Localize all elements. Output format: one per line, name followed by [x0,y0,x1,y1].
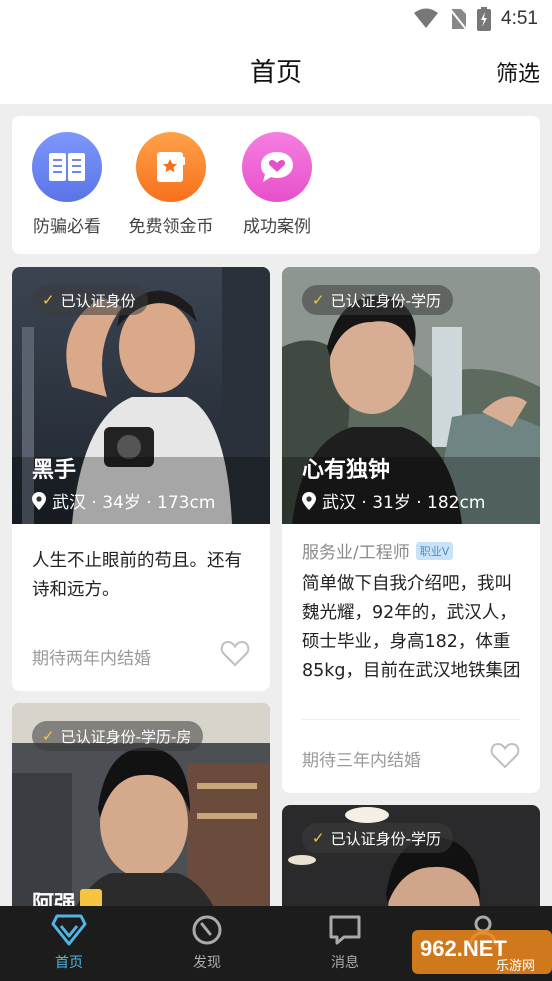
quick-link-label: 防骗必看 [33,217,101,237]
coin-book-icon [136,132,206,202]
diamond-icon [51,914,87,946]
no-sim-icon [449,8,467,30]
profile-photo [282,805,540,913]
watermark-brand: 962.NET [420,936,507,961]
app-header: 首页 筛选 [0,38,552,104]
book-icon [32,132,102,202]
quick-link-label: 成功案例 [243,217,311,237]
profile-occupation: 服务业/工程师 职业V [302,538,454,563]
profile-name: 心有独钟 [302,458,391,483]
profile-card[interactable]: ✓ 已认证身份-学历-房 阿强 [12,703,270,913]
quick-links-card: 防骗必看 免费领金币 成功案例 [12,116,540,254]
watermark: 962.NET 乐游网 [412,926,552,978]
profile-bio: 简单做下自我介绍吧，我叫魏光耀，92年的，武汉人，硕士毕业，身高182，体重85… [302,574,521,681]
watermark-sub: 乐游网 [496,959,535,974]
page-title: 首页 [249,58,302,88]
occupation-verified-badge: 职业V [415,541,454,560]
tab-home[interactable]: 首页 [19,914,119,972]
quick-link-anti-fraud[interactable]: 防骗必看 [12,132,122,237]
wifi-icon [414,8,439,28]
tab-discover[interactable]: 发现 [157,914,257,972]
like-heart-icon[interactable] [220,639,250,667]
check-icon: ✓ [42,291,55,309]
check-icon: ✓ [312,291,325,309]
profile-location: 武汉 · 34岁 · 173cm [32,488,215,513]
tab-label: 发现 [193,955,221,971]
profile-card[interactable]: ✓ 已认证身份-学历 [282,805,540,913]
profile-bio: 人生不止眼前的苟且。还有诗和远方。 [32,551,242,600]
like-heart-icon[interactable] [490,741,520,769]
marriage-expectation: 期待两年内结婚 [32,649,151,669]
tab-label: 消息 [331,955,359,971]
tab-messages[interactable]: 消息 [295,914,395,972]
message-icon [329,915,361,945]
compass-icon [192,915,222,945]
profile-name: 黑手 [32,458,77,483]
tab-label: 首页 [55,955,83,971]
check-icon: ✓ [312,829,325,847]
heart-chat-icon [242,132,312,202]
quick-link-label: 免费领金币 [128,217,214,237]
profile-card[interactable]: ✓ 已认证身份 黑手 武汉 · 34岁 · 173cm 人生不止眼前的苟且。还有诗… [12,267,270,691]
status-bar: 4:51 [0,0,552,38]
profile-card[interactable]: ✓ 已认证身份-学历 心有独钟 武汉 · 31岁 · 182cm 服务业/工程师 … [282,267,540,793]
battery-charging-icon [477,7,492,31]
filter-button[interactable]: 筛选 [496,56,540,88]
location-pin-icon [32,491,46,510]
quick-link-success-stories[interactable]: 成功案例 [222,132,332,237]
quick-link-free-coins[interactable]: 免费领金币 [116,132,226,237]
verification-badge: ✓ 已认证身份-学历-房 [32,721,204,751]
marriage-expectation: 期待三年内结婚 [302,751,421,771]
check-icon: ✓ [42,727,55,745]
location-pin-icon [302,491,316,510]
profile-location: 武汉 · 31岁 · 182cm [302,488,485,513]
divider [302,719,520,720]
status-time: 4:51 [501,8,538,29]
verification-badge: ✓ 已认证身份-学历 [302,285,453,315]
verification-badge: ✓ 已认证身份-学历 [302,823,453,853]
verification-badge: ✓ 已认证身份 [32,285,148,315]
